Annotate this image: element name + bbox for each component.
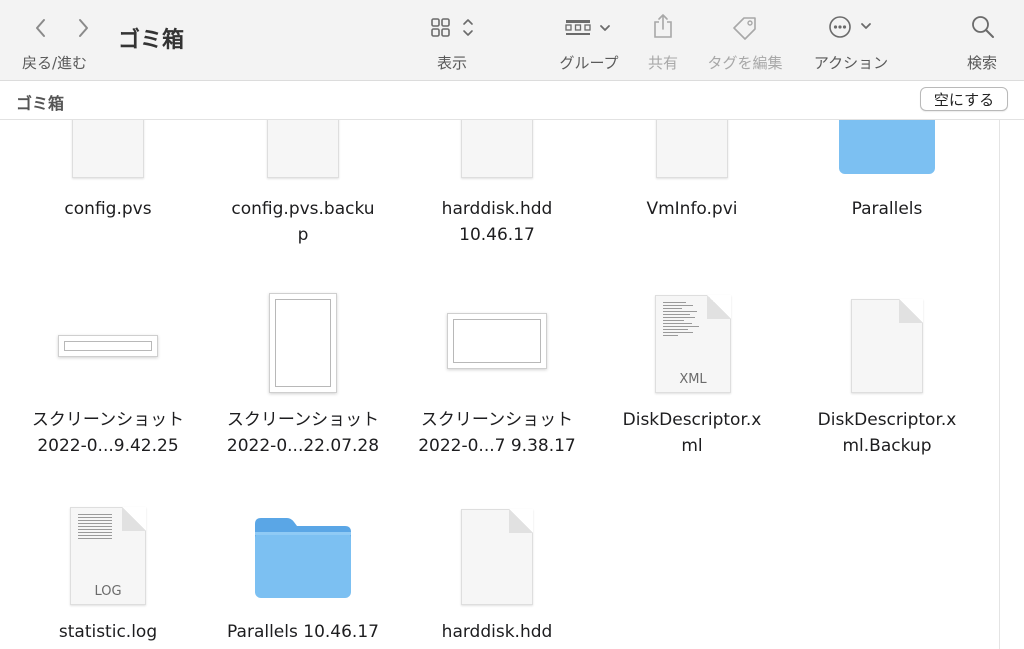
file-name: config.pvs bbox=[64, 199, 152, 219]
file-name: スクリーンショット bbox=[420, 410, 574, 430]
document-icon bbox=[461, 120, 533, 178]
file-name: statistic.log bbox=[58, 622, 158, 642]
screenshot-thumbnail-icon bbox=[447, 313, 547, 369]
search-label: 検索 bbox=[966, 54, 998, 72]
icon-view-grid-icon[interactable] bbox=[430, 16, 478, 44]
file-name: スクリーンショット bbox=[31, 410, 185, 430]
document-icon bbox=[851, 299, 923, 393]
file-name-line2: ml bbox=[681, 436, 703, 456]
document-icon bbox=[267, 120, 339, 178]
file-name: スクリーンショット bbox=[226, 410, 380, 430]
screenshot-thumbnail-icon bbox=[58, 335, 158, 357]
document-icon bbox=[656, 120, 728, 178]
log-document-icon: LOG bbox=[70, 507, 146, 605]
group-label: グループ bbox=[559, 54, 619, 72]
empty-trash-button[interactable]: 空にする bbox=[920, 87, 1008, 111]
back-forward-label: 戻る/進む bbox=[22, 54, 88, 72]
edit-tags-label: タグを編集 bbox=[707, 54, 783, 72]
xml-document-icon: XML bbox=[655, 295, 731, 393]
folder-icon bbox=[839, 120, 935, 174]
file-grid: config.pvs config.pvs.backu p harddisk.h… bbox=[0, 120, 1000, 649]
document-icon bbox=[461, 509, 533, 605]
file-name-line2: 10.46.17 bbox=[459, 225, 535, 245]
forward-chevron-icon[interactable] bbox=[70, 14, 96, 42]
folder-icon bbox=[255, 518, 351, 598]
folder-title: ゴミ箱 bbox=[16, 94, 65, 113]
toolbar: 戻る/進む ゴミ箱 表示 グループ 共有 タグを編集 アクション 検索 bbox=[0, 0, 1024, 81]
file-name-line2: 2022-0...7 9.38.17 bbox=[418, 436, 576, 456]
screenshot-thumbnail-icon bbox=[269, 293, 337, 393]
back-chevron-icon[interactable] bbox=[28, 14, 54, 42]
file-name: VmInfo.pvi bbox=[646, 199, 738, 219]
xml-badge: XML bbox=[679, 372, 707, 387]
file-name-line2: ml.Backup bbox=[842, 436, 932, 456]
file-name: harddisk.hdd bbox=[441, 199, 553, 219]
file-name-line2: p bbox=[297, 225, 309, 245]
log-badge: LOG bbox=[94, 584, 122, 599]
file-name: DiskDescriptor.x bbox=[622, 410, 762, 430]
path-bar: ゴミ箱 空にする bbox=[0, 81, 1024, 120]
window-title: ゴミ箱 bbox=[118, 28, 185, 53]
file-name-line2: 2022-0...22.07.28 bbox=[226, 436, 380, 456]
share-label: 共有 bbox=[647, 54, 679, 72]
search-icon[interactable] bbox=[970, 14, 996, 44]
file-name-line2: 2022-0...9.42.25 bbox=[37, 436, 179, 456]
action-ellipsis-icon[interactable] bbox=[828, 14, 878, 44]
tag-icon[interactable] bbox=[730, 14, 760, 44]
folder-name: Parallels 10.46.17 bbox=[227, 622, 379, 642]
file-name: DiskDescriptor.x bbox=[817, 410, 957, 430]
group-icon[interactable] bbox=[564, 16, 616, 44]
file-name: harddisk.hdd bbox=[441, 622, 553, 642]
document-icon bbox=[72, 120, 144, 178]
action-label: アクション bbox=[813, 54, 889, 72]
file-name: config.pvs.backu bbox=[231, 199, 375, 219]
share-icon[interactable] bbox=[651, 12, 675, 44]
view-label: 表示 bbox=[436, 54, 468, 72]
folder-name: Parallels bbox=[851, 199, 923, 219]
